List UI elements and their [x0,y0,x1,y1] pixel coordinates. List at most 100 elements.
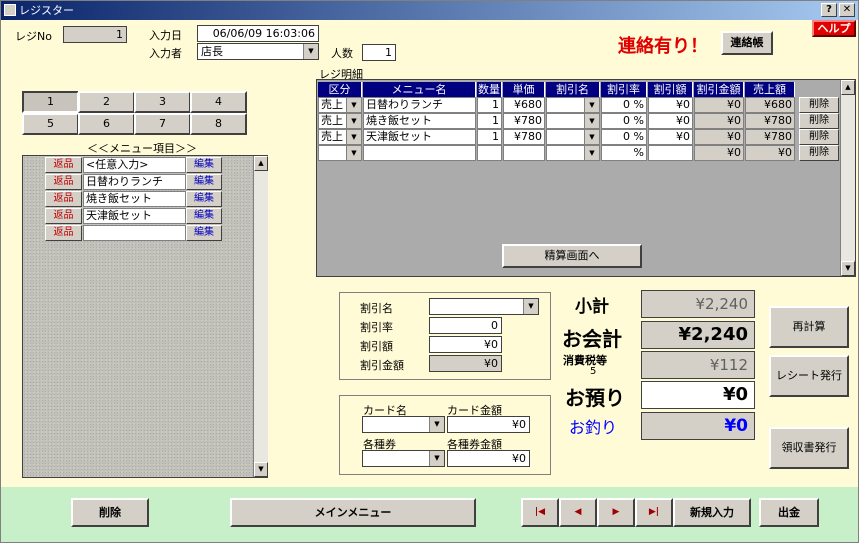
discount-cell[interactable]: ¥0 [648,129,693,145]
discount-name-select[interactable]: ▼ [546,97,600,113]
discount-name-select[interactable]: ▼ [429,298,539,315]
menu-name-cell[interactable]: 天津飯セット [363,129,476,145]
help-button[interactable]: ヘルプ [812,20,856,37]
tab-8[interactable]: 8 [190,113,247,135]
chevron-down-icon[interactable]: ▼ [346,146,361,160]
scroll-up-icon[interactable]: ▲ [841,80,855,95]
edit-button[interactable]: 編集 [186,174,222,190]
edit-button[interactable]: 編集 [186,157,222,173]
chevron-down-icon[interactable]: ▼ [584,114,599,128]
voucher-amount-field[interactable]: ¥0 [447,450,530,467]
chevron-down-icon[interactable]: ▼ [429,417,444,432]
menu-item-name[interactable]: <任意入力> [83,157,186,173]
menu-item-name[interactable]: 日替わりランチ [83,174,186,190]
scroll-up-icon[interactable]: ▲ [254,156,268,171]
qty-cell[interactable]: 1 [477,97,502,113]
tab-5[interactable]: 5 [22,113,79,135]
chevron-down-icon[interactable]: ▼ [584,130,599,144]
menu-item-name[interactable] [83,225,186,241]
return-button[interactable]: 返品 [45,225,82,241]
discount-cell[interactable]: ¥0 [648,97,693,113]
chevron-down-icon[interactable]: ▼ [584,98,599,112]
edit-button[interactable]: 編集 [186,208,222,224]
input-date-field[interactable]: 06/06/09 16:03:06 [197,25,319,42]
tab-4[interactable]: 4 [190,91,247,113]
last-record-icon[interactable]: ▶| [635,498,673,527]
chevron-down-icon[interactable]: ▼ [523,299,538,314]
menu-name-cell[interactable]: 焼き飯セット [363,113,476,129]
delete-button[interactable]: 削除 [71,498,149,527]
withdrawal-button[interactable]: 出金 [759,498,819,527]
voucher-select[interactable]: ▼ [362,450,445,467]
delete-row-button[interactable]: 削除 [799,145,839,161]
main-menu-button[interactable]: メインメニュー [230,498,476,527]
edit-button[interactable]: 編集 [186,191,222,207]
menu-name-cell[interactable]: 日替わりランチ [363,97,476,113]
edit-button[interactable]: 編集 [186,225,222,241]
qty-cell[interactable]: 1 [477,113,502,129]
people-field[interactable]: 1 [362,44,396,61]
discount-amount-field[interactable]: ¥0 [429,336,502,353]
chevron-down-icon[interactable]: ▼ [346,114,361,128]
tab-7[interactable]: 7 [134,113,191,135]
close-button[interactable]: ✕ [839,3,855,17]
delete-row-button[interactable]: 削除 [799,97,839,113]
kubun-select[interactable]: 売上 ▼ [318,113,362,129]
tab-3[interactable]: 3 [134,91,191,113]
detail-scrollbar[interactable]: ▲ ▼ [840,80,855,276]
price-cell[interactable]: ¥780 [503,113,545,129]
invoice-button[interactable]: 領収書発行 [769,427,849,469]
discount-name-select[interactable]: ▼ [546,113,600,129]
scroll-down-icon[interactable]: ▼ [841,261,855,276]
receipt-button[interactable]: レシート発行 [769,355,849,397]
first-record-icon[interactable]: |◀ [521,498,559,527]
return-button[interactable]: 返品 [45,157,82,173]
chevron-down-icon[interactable]: ▼ [584,146,599,160]
rate-cell[interactable]: 0 % [601,97,647,113]
tab-6[interactable]: 6 [78,113,135,135]
delete-row-button[interactable]: 削除 [799,129,839,145]
menu-item-name[interactable]: 天津飯セット [83,208,186,224]
price-cell[interactable] [503,145,545,161]
prev-record-icon[interactable]: ◀ [559,498,597,527]
price-cell[interactable]: ¥680 [503,97,545,113]
kubun-select[interactable]: 売上 ▼ [318,97,362,113]
delete-row-button[interactable]: 削除 [799,113,839,129]
settle-screen-button[interactable]: 精算画面へ [502,244,642,268]
tab-2[interactable]: 2 [78,91,135,113]
discount-rate-field[interactable]: 0 [429,317,502,334]
menu-name-cell[interactable] [363,145,476,161]
scroll-down-icon[interactable]: ▼ [254,462,268,477]
discount-name-select[interactable]: ▼ [546,129,600,145]
discount-name-select[interactable]: ▼ [546,145,600,161]
chevron-down-icon[interactable]: ▼ [429,451,444,466]
chevron-down-icon[interactable]: ▼ [346,98,361,112]
deposit-field[interactable]: ¥0 [641,381,755,409]
rate-cell[interactable]: 0 % [601,113,647,129]
return-button[interactable]: 返品 [45,191,82,207]
kubun-select[interactable]: ▼ [318,145,362,161]
qty-cell[interactable]: 1 [477,129,502,145]
next-record-icon[interactable]: ▶ [597,498,635,527]
qty-cell[interactable] [477,145,502,161]
discount-cell[interactable]: ¥0 [648,113,693,129]
tab-1[interactable]: 1 [22,91,79,113]
return-button[interactable]: 返品 [45,208,82,224]
help-question-button[interactable]: ? [821,3,837,17]
card-amount-field[interactable]: ¥0 [447,416,530,433]
kubun-select[interactable]: 売上 ▼ [318,129,362,145]
chevron-down-icon[interactable]: ▼ [303,44,318,59]
new-entry-button[interactable]: 新規入力 [673,498,751,527]
card-name-select[interactable]: ▼ [362,416,445,433]
chevron-down-icon[interactable]: ▼ [346,130,361,144]
return-button[interactable]: 返品 [45,174,82,190]
menu-item-name[interactable]: 焼き飯セット [83,191,186,207]
input-person-select[interactable]: 店長 ▼ [197,43,319,60]
menu-scrollbar[interactable]: ▲ ▼ [253,156,268,477]
recalculate-button[interactable]: 再計算 [769,306,849,348]
rate-cell[interactable]: 0 % [601,129,647,145]
notice-book-button[interactable]: 連絡帳 [721,31,773,55]
rate-cell[interactable]: % [601,145,647,161]
discount-cell[interactable] [648,145,693,161]
price-cell[interactable]: ¥780 [503,129,545,145]
